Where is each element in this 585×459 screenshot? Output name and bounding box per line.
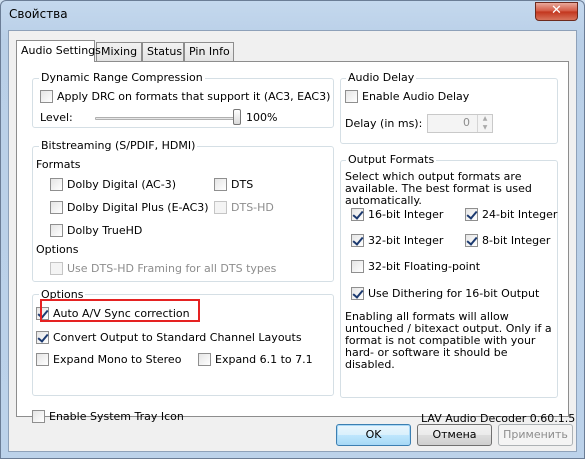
checkbox-box: [40, 90, 53, 103]
expand-61-checkbox[interactable]: Expand 6.1 to 7.1: [198, 353, 313, 366]
audio-delay-group: Audio Delay Enable Audio Delay Delay (in…: [340, 71, 558, 144]
dolby-truehd-label: Dolby TrueHD: [67, 224, 143, 237]
dts-hd-checkbox[interactable]: DTS-HD: [214, 201, 274, 214]
dialog-client-area: Audio Settings Mixing Status Pin Info Dy…: [8, 30, 577, 452]
formats-label: Formats: [36, 158, 81, 171]
output-formats-note: Enabling all formats will allow untouche…: [345, 310, 552, 371]
drc-level-value: 100%: [246, 111, 278, 124]
checkbox-box: [351, 287, 364, 300]
tab-audio-settings[interactable]: Audio Settings: [16, 40, 101, 62]
spin-down-icon[interactable]: ▼: [478, 124, 492, 133]
dts-checkbox[interactable]: DTS: [214, 178, 253, 191]
checkbox-box: [36, 353, 49, 366]
output-formats-legend: Output Formats: [346, 153, 437, 166]
output-formats-description: Select which output formats are availabl…: [345, 170, 532, 207]
dolby-digital-label: Dolby Digital (AC-3): [67, 178, 176, 191]
drc-apply-checkbox[interactable]: Apply DRC on formats that support it (AC…: [40, 90, 330, 103]
delay-spinner[interactable]: ▲ ▼: [477, 115, 492, 132]
checkbox-box: [465, 234, 478, 247]
checkbox-box: [50, 224, 63, 237]
float32-checkbox[interactable]: 32-bit Floating-point: [351, 260, 480, 273]
dolby-digital-plus-checkbox[interactable]: Dolby Digital Plus (E-AC3): [50, 201, 209, 214]
delay-label: Delay (in ms):: [345, 117, 423, 130]
checkbox-box: [214, 201, 227, 214]
delay-value: 0: [463, 116, 470, 129]
int24-label: 24-bit Integer: [482, 208, 558, 221]
dolby-digital-checkbox[interactable]: Dolby Digital (AC-3): [50, 178, 176, 191]
int16-label: 16-bit Integer: [368, 208, 444, 221]
drc-group: Dynamic Range Compression Apply DRC on f…: [32, 71, 334, 128]
dithering-checkbox[interactable]: Use Dithering for 16-bit Output: [351, 287, 539, 300]
audio-settings-panel: Dynamic Range Compression Apply DRC on f…: [16, 61, 575, 425]
expand-mono-checkbox[interactable]: Expand Mono to Stereo: [36, 353, 181, 366]
checkbox-box: [50, 201, 63, 214]
system-tray-label: Enable System Tray Icon: [49, 410, 184, 423]
spin-up-icon[interactable]: ▲: [478, 115, 492, 124]
convert-output-label: Convert Output to Standard Channel Layou…: [53, 331, 302, 344]
expand-mono-label: Expand Mono to Stereo: [53, 353, 182, 366]
ok-button[interactable]: OK: [336, 424, 411, 446]
expand-61-label: Expand 6.1 to 7.1: [215, 353, 313, 366]
drc-level-label: Level:: [40, 111, 73, 124]
checkbox-box: [32, 410, 45, 423]
tab-status[interactable]: Status: [142, 42, 184, 61]
checkbox-box: [351, 260, 364, 273]
checkbox-box: [465, 208, 478, 221]
dts-label: DTS: [231, 178, 254, 191]
drc-legend: Dynamic Range Compression: [39, 71, 205, 84]
delay-input[interactable]: 0 ▲ ▼: [427, 114, 493, 133]
bitstreaming-options-label: Options: [36, 243, 79, 256]
drc-level-slider-thumb[interactable]: [233, 109, 241, 125]
convert-output-checkbox[interactable]: Convert Output to Standard Channel Layou…: [36, 331, 302, 344]
close-icon: ✕: [551, 3, 562, 18]
output-formats-group: Output Formats Select which output forma…: [340, 153, 558, 398]
checkbox-box: [345, 90, 358, 103]
dtshd-framing-label: Use DTS-HD Framing for all DTS types: [67, 262, 277, 275]
apply-button[interactable]: Применить: [498, 424, 573, 446]
int32-label: 32-bit Integer: [368, 234, 444, 247]
close-button[interactable]: ✕: [535, 2, 578, 21]
tab-mixing[interactable]: Mixing: [96, 42, 142, 61]
tab-pin-info[interactable]: Pin Info: [184, 42, 234, 61]
cancel-button[interactable]: Отмена: [417, 424, 492, 446]
window-title: Свойства: [9, 7, 68, 21]
int8-label: 8-bit Integer: [482, 234, 551, 247]
highlight-box: [40, 299, 200, 322]
enable-audio-delay-label: Enable Audio Delay: [362, 90, 470, 103]
drc-apply-label: Apply DRC on formats that support it (AC…: [57, 90, 331, 103]
int8-checkbox[interactable]: 8-bit Integer: [465, 234, 550, 247]
system-tray-checkbox[interactable]: Enable System Tray Icon: [32, 410, 184, 423]
dts-hd-label: DTS-HD: [231, 201, 274, 214]
drc-level-slider[interactable]: [95, 117, 241, 120]
audio-delay-legend: Audio Delay: [346, 71, 417, 84]
int24-checkbox[interactable]: 24-bit Integer: [465, 208, 557, 221]
checkbox-box: [36, 331, 49, 344]
properties-window: Свойства ✕ Audio Settings Mixing Status …: [0, 0, 585, 459]
enable-audio-delay-checkbox[interactable]: Enable Audio Delay: [345, 90, 469, 103]
bitstreaming-group: Bitstreaming (S/PDIF, HDMI) Formats Dolb…: [32, 139, 334, 282]
dolby-digital-plus-label: Dolby Digital Plus (E-AC3): [67, 201, 209, 214]
dtshd-framing-checkbox[interactable]: Use DTS-HD Framing for all DTS types: [50, 262, 276, 275]
title-bar[interactable]: Свойства ✕: [1, 1, 584, 29]
checkbox-box: [50, 262, 63, 275]
checkbox-box: [50, 178, 63, 191]
checkbox-box: [351, 234, 364, 247]
checkbox-box: [214, 178, 227, 191]
checkbox-box: [351, 208, 364, 221]
dolby-truehd-checkbox[interactable]: Dolby TrueHD: [50, 224, 142, 237]
int32-checkbox[interactable]: 32-bit Integer: [351, 234, 443, 247]
dithering-label: Use Dithering for 16-bit Output: [368, 287, 540, 300]
bitstreaming-legend: Bitstreaming (S/PDIF, HDMI): [39, 139, 198, 152]
checkbox-box: [198, 353, 211, 366]
int16-checkbox[interactable]: 16-bit Integer: [351, 208, 443, 221]
float32-label: 32-bit Floating-point: [368, 260, 481, 273]
